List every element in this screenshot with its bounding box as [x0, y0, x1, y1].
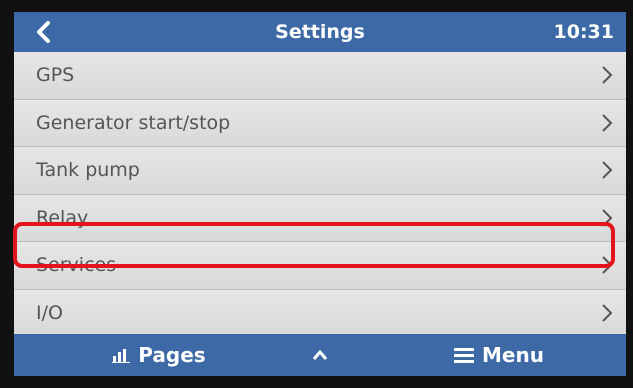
settings-item-label: Relay	[36, 206, 89, 229]
pages-button[interactable]: Pages	[74, 334, 244, 376]
settings-item-tank-pump[interactable]: Tank pump	[14, 147, 626, 195]
settings-list: GPS Generator start/stop Tank pump Relay…	[14, 52, 626, 336]
chevron-up-icon	[312, 349, 328, 360]
chevron-right-icon	[602, 208, 613, 227]
chevron-right-icon	[602, 113, 613, 132]
chevron-right-icon	[602, 256, 613, 274]
settings-item-label: I/O	[36, 301, 63, 324]
settings-item-label: Generator start/stop	[36, 111, 231, 134]
settings-item-gps[interactable]: GPS	[14, 52, 626, 100]
device-screen: Settings 10:31 GPS Generator start/stop …	[14, 12, 626, 376]
scroll-up-button[interactable]	[294, 334, 354, 376]
settings-item-io[interactable]: I/O	[14, 289, 626, 336]
settings-item-label: GPS	[36, 64, 75, 86]
bottom-bar: Pages Menu	[14, 334, 626, 376]
chevron-right-icon	[602, 161, 613, 179]
settings-item-services[interactable]: Services	[14, 242, 626, 290]
menu-button[interactable]: Menu	[414, 334, 584, 376]
page-title: Settings	[275, 21, 365, 43]
settings-item-relay[interactable]: Relay	[14, 194, 626, 242]
menu-label: Menu	[482, 343, 544, 367]
settings-item-generator[interactable]: Generator start/stop	[14, 99, 626, 147]
settings-item-label: Services	[36, 254, 117, 276]
bar-chart-icon	[112, 349, 131, 363]
pages-label: Pages	[138, 343, 206, 367]
settings-item-label: Tank pump	[36, 159, 140, 181]
chevron-right-icon	[602, 66, 613, 84]
title-bar: Settings 10:31	[14, 12, 626, 52]
hamburger-icon	[454, 348, 475, 363]
clock-time: 10:31	[553, 21, 614, 43]
chevron-right-icon	[602, 303, 613, 322]
